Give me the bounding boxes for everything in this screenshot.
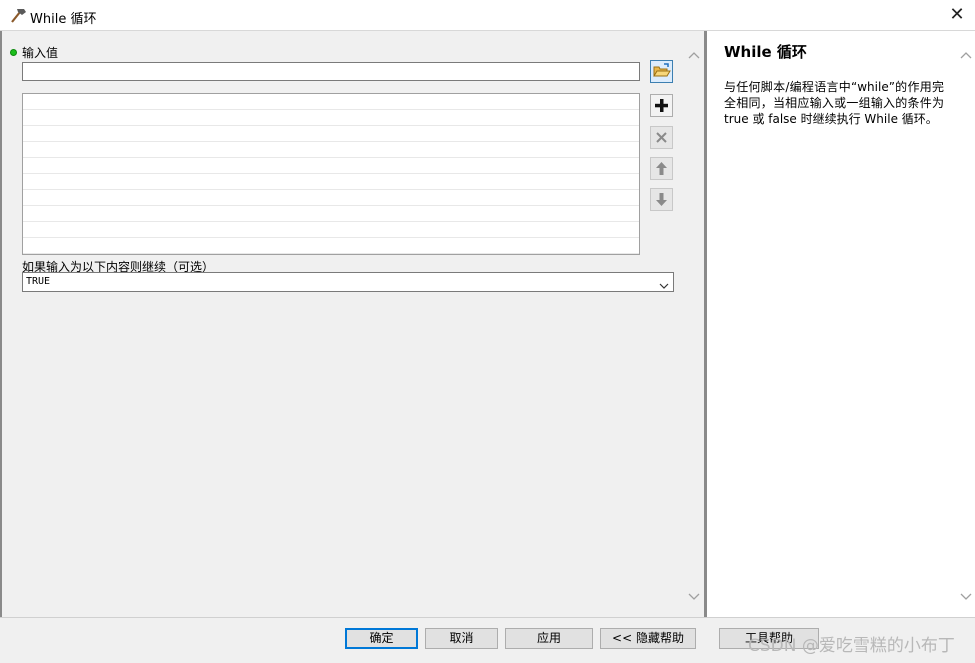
list-item[interactable] xyxy=(23,94,639,110)
apply-button[interactable]: 应用 xyxy=(505,628,593,649)
list-item[interactable] xyxy=(23,206,639,222)
required-indicator-icon xyxy=(10,49,17,56)
continue-condition-select[interactable]: TRUE xyxy=(22,272,674,292)
window-title: While 循环 xyxy=(30,12,97,27)
close-icon: ✕ xyxy=(949,4,965,25)
add-value-button[interactable] xyxy=(650,94,673,117)
scroll-up-icon[interactable] xyxy=(688,49,700,59)
hide-help-button[interactable]: << 隐藏帮助 xyxy=(600,628,696,649)
help-description: 与任何脚本/编程语言中“while”的作用完全相同，当相应输入或一组输入的条件为… xyxy=(724,80,944,126)
list-item[interactable] xyxy=(23,238,639,254)
delete-value-button[interactable] xyxy=(650,126,673,149)
scroll-down-icon[interactable] xyxy=(960,591,972,601)
list-item[interactable] xyxy=(23,174,639,190)
watermark: CSDN @爱吃雪糕的小布丁 xyxy=(748,636,955,656)
list-item[interactable] xyxy=(23,110,639,126)
move-up-button[interactable] xyxy=(650,157,673,180)
input-value-field[interactable] xyxy=(22,62,640,81)
help-pane: While 循环 与任何脚本/编程语言中“while”的作用完全相同，当相应输入… xyxy=(707,31,957,617)
list-item[interactable] xyxy=(23,158,639,174)
browse-button[interactable] xyxy=(650,60,673,83)
list-item[interactable] xyxy=(23,142,639,158)
input-value-label: 输入值 xyxy=(22,46,59,60)
help-title: While 循环 xyxy=(724,43,807,61)
input-value-list[interactable] xyxy=(22,93,640,255)
list-item[interactable] xyxy=(23,222,639,238)
list-item[interactable] xyxy=(23,190,639,206)
chevron-down-icon xyxy=(659,279,669,293)
scroll-up-icon[interactable] xyxy=(960,49,972,59)
select-value: TRUE xyxy=(26,276,51,287)
move-down-button[interactable] xyxy=(650,188,673,211)
scroll-down-icon[interactable] xyxy=(688,591,700,601)
form-scrollbar[interactable] xyxy=(684,31,703,617)
ok-button[interactable]: 确定 xyxy=(345,628,418,649)
close-button[interactable]: ✕ xyxy=(943,2,971,28)
hammer-icon xyxy=(9,7,27,23)
title-bar: While 循环 ✕ xyxy=(0,0,975,31)
help-scrollbar[interactable] xyxy=(957,31,975,617)
cancel-button[interactable]: 取消 xyxy=(425,628,498,649)
list-item[interactable] xyxy=(23,126,639,142)
